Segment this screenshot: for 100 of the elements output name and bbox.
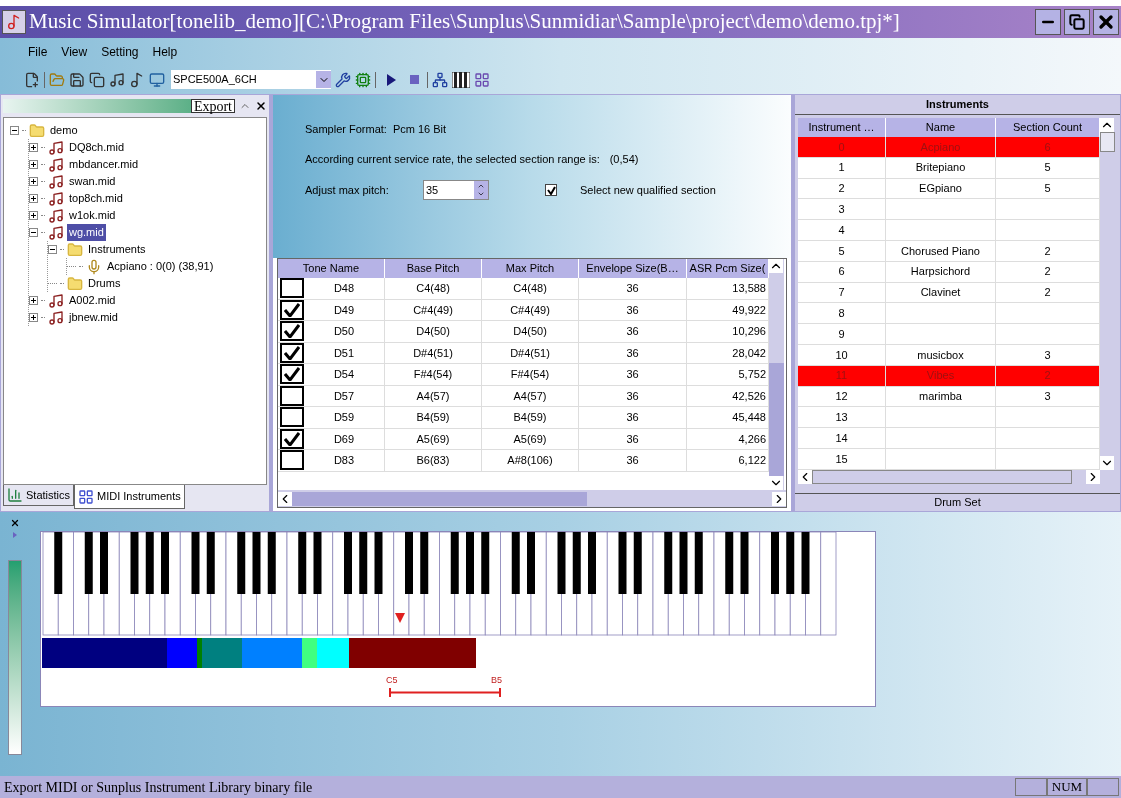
- tree-item[interactable]: wg.mid: [67, 224, 106, 241]
- microphone-icon: [86, 258, 102, 275]
- table-cell-text: F#4(54): [509, 367, 551, 382]
- tree-item[interactable]: jbnew.mid: [67, 309, 120, 326]
- instrument-row[interactable]: 2 EGpiano 5: [798, 178, 1100, 200]
- tree-item[interactable]: w1ok.mid: [67, 207, 118, 224]
- instrument-row[interactable]: 7 Clavinet 2: [798, 282, 1100, 304]
- table-cell-text: D51: [332, 345, 356, 361]
- scroll-thumb[interactable]: [292, 491, 587, 506]
- column-header[interactable]: Tone Name: [278, 259, 385, 278]
- collapse-icon[interactable]: [10, 126, 19, 135]
- wrench-icon[interactable]: [335, 71, 351, 88]
- close-icon[interactable]: [255, 100, 267, 112]
- table-cell-text: Chorused Piano: [901, 243, 980, 259]
- monitor-icon[interactable]: [149, 71, 165, 88]
- menu-item[interactable]: Help: [152, 42, 178, 61]
- menu-item[interactable]: Setting: [101, 42, 139, 61]
- grid-icon[interactable]: [474, 71, 490, 88]
- close-button[interactable]: [1093, 9, 1119, 35]
- drum-set-bar[interactable]: Drum Set: [795, 493, 1120, 511]
- play-icon[interactable]: [386, 73, 396, 86]
- collapse-icon[interactable]: [29, 228, 38, 237]
- tree-item[interactable]: top8ch.mid: [67, 190, 125, 207]
- export-button[interactable]: Export: [190, 99, 235, 113]
- checkbox[interactable]: [280, 321, 304, 342]
- checkbox-label: Select new qualified section: [580, 182, 716, 198]
- table-cell-text: 36: [625, 410, 640, 425]
- scroll-thumb[interactable]: [769, 363, 784, 476]
- instrument-row[interactable]: 15: [798, 448, 1100, 470]
- tree-item[interactable]: Instruments: [86, 241, 148, 258]
- table-cell-text: 5: [838, 243, 845, 259]
- expand-icon[interactable]: [29, 143, 38, 152]
- instrument-row[interactable]: 4: [798, 220, 1100, 241]
- checkbox[interactable]: [280, 342, 304, 363]
- instrument-row[interactable]: 6 Harpsichord 2: [798, 261, 1100, 283]
- checkbox[interactable]: [280, 428, 304, 449]
- tree-item[interactable]: swan.mid: [67, 173, 118, 190]
- checkbox[interactable]: [280, 364, 304, 385]
- instrument-row[interactable]: 8: [798, 303, 1100, 325]
- minimize-button[interactable]: [1035, 9, 1061, 35]
- save-all-icon[interactable]: [89, 71, 105, 88]
- checkbox[interactable]: [280, 450, 304, 471]
- table-cell-text: D49: [332, 302, 356, 318]
- column-header[interactable]: Base Pitch: [385, 259, 482, 278]
- note-icon: [48, 190, 64, 207]
- piano-icon[interactable]: [452, 71, 470, 88]
- table-cell-text: 45,448: [731, 410, 767, 425]
- tree-item[interactable]: Acpiano : 0(0) (38,91): [105, 258, 216, 275]
- device-dropdown[interactable]: SPCE500A_6CH: [171, 70, 331, 89]
- horizontal-scrollbar[interactable]: [278, 490, 786, 507]
- table-cell-text: D59: [332, 410, 356, 425]
- checkbox[interactable]: [280, 385, 304, 406]
- checkbox[interactable]: [280, 407, 304, 428]
- instrument-row[interactable]: 5 Chorused Piano 2: [798, 241, 1100, 262]
- tree-item[interactable]: demo: [48, 122, 80, 139]
- table-cell-text: 6: [838, 264, 845, 280]
- table-cell-text: B4(59): [415, 410, 451, 425]
- expand-icon[interactable]: [29, 211, 38, 220]
- note-icon[interactable]: [109, 71, 125, 88]
- tree-item[interactable]: DQ8ch.mid: [67, 139, 127, 156]
- scroll-thumb[interactable]: [812, 470, 1072, 485]
- scroll-thumb[interactable]: [1100, 132, 1115, 152]
- expand-icon[interactable]: [29, 177, 38, 186]
- note-icon[interactable]: [129, 71, 145, 88]
- vertical-scrollbar[interactable]: [769, 259, 784, 490]
- instrument-row[interactable]: 13: [798, 407, 1100, 429]
- close-icon[interactable]: [10, 518, 20, 528]
- checkbox[interactable]: [545, 184, 557, 196]
- instrument-row[interactable]: 10 musicbox 3: [798, 344, 1100, 366]
- tree-item[interactable]: A002.mid: [67, 292, 118, 309]
- table-cell-text: marimba: [919, 389, 962, 405]
- save-icon[interactable]: [69, 71, 85, 88]
- instrument-row[interactable]: 3: [798, 199, 1100, 221]
- instrument-row[interactable]: 9: [798, 324, 1100, 345]
- vertical-scrollbar[interactable]: [1100, 118, 1115, 470]
- tree-item[interactable]: Drums: [86, 275, 123, 292]
- table-cell-text: 36: [625, 281, 640, 296]
- horizontal-scrollbar[interactable]: [798, 469, 1100, 485]
- column-header[interactable]: Envelope Size(B…: [579, 259, 687, 278]
- new-file-icon[interactable]: [24, 71, 40, 88]
- tree-item[interactable]: mbdancer.mid: [67, 156, 141, 173]
- instrument-row[interactable]: 14: [798, 428, 1100, 449]
- expand-icon[interactable]: [29, 313, 38, 322]
- checkbox[interactable]: [280, 299, 304, 320]
- panel-tab[interactable]: MIDI Instruments: [74, 485, 185, 509]
- restore-button[interactable]: [1064, 9, 1090, 35]
- instrument-row[interactable]: 12 marimba 3: [798, 386, 1100, 408]
- column-header[interactable]: Max Pitch: [482, 259, 579, 278]
- collapse-icon[interactable]: [48, 245, 57, 254]
- expand-icon[interactable]: [29, 296, 38, 305]
- tree-view-icon[interactable]: [432, 71, 448, 88]
- expand-icon[interactable]: [29, 194, 38, 203]
- instrument-row[interactable]: 1 Britepiano 5: [798, 157, 1100, 179]
- chip-icon[interactable]: [355, 71, 371, 88]
- menu-item[interactable]: File: [28, 42, 48, 61]
- panel-tab[interactable]: Statistics: [3, 485, 74, 506]
- checkbox[interactable]: [280, 278, 304, 299]
- expand-icon[interactable]: [29, 160, 38, 169]
- table-cell-text: 3: [1044, 389, 1051, 405]
- menu-item[interactable]: View: [61, 42, 88, 61]
